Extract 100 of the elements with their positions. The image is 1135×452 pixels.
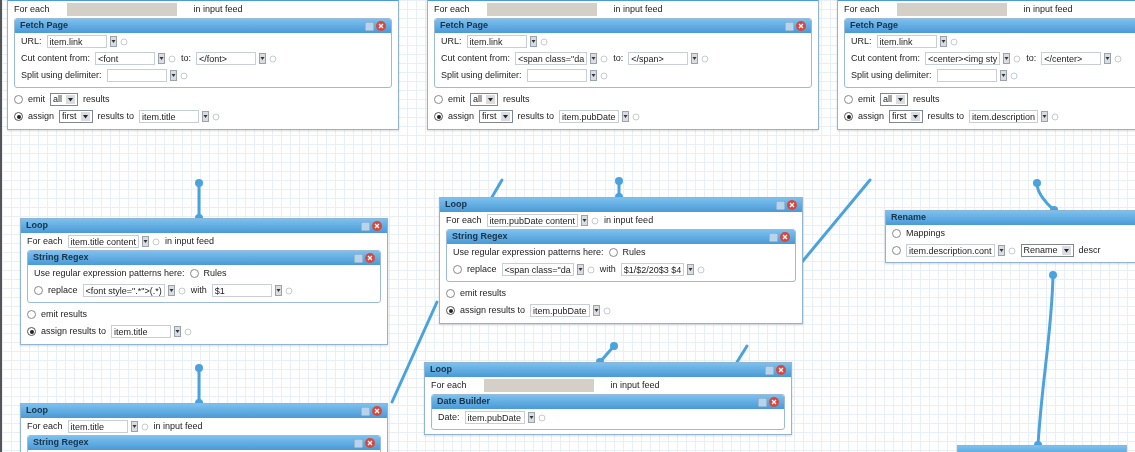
radio-button[interactable]	[446, 306, 455, 315]
input-field[interactable]: item.link	[876, 35, 937, 48]
dropdown-icon[interactable]	[997, 245, 1005, 256]
input-field[interactable]	[936, 69, 997, 82]
dropdown-icon[interactable]	[939, 36, 947, 47]
dropdown-icon[interactable]	[259, 53, 267, 64]
module-header[interactable]: Loop	[21, 219, 387, 233]
input-field[interactable]: item.link	[46, 35, 107, 48]
dropdown-icon[interactable]	[169, 70, 177, 81]
module-header[interactable]: Date Builder	[432, 395, 784, 409]
dropdown-icon[interactable]	[529, 36, 537, 47]
dropdown-icon[interactable]	[622, 111, 630, 122]
radio-button[interactable]	[27, 310, 36, 319]
input-field[interactable]	[106, 69, 167, 82]
radio-button[interactable]	[34, 286, 43, 295]
dropdown-icon[interactable]	[581, 215, 589, 226]
input-field[interactable]: <font style=".*">(.*)	[82, 284, 165, 297]
module-header[interactable]: Fetch Page	[845, 19, 1135, 33]
input-field[interactable]: item.pubDate	[464, 411, 525, 424]
input-field[interactable]: item.description.cont	[906, 244, 995, 257]
dropdown-icon[interactable]	[589, 70, 597, 81]
dropdown-icon[interactable]	[274, 285, 282, 296]
radio-button[interactable]	[14, 95, 23, 104]
close-icon[interactable]	[787, 200, 797, 210]
radio-button[interactable]	[844, 112, 853, 121]
radio-button[interactable]	[892, 229, 901, 238]
dropdown-icon[interactable]	[109, 36, 117, 47]
input-field[interactable]: <span class="da	[501, 263, 574, 276]
select-field[interactable]: first	[889, 110, 923, 123]
radio-button[interactable]	[892, 246, 901, 255]
dropdown-icon[interactable]	[1041, 111, 1049, 122]
input-field[interactable]: <font	[95, 52, 156, 65]
dropdown-icon[interactable]	[174, 326, 182, 337]
close-icon[interactable]	[769, 397, 779, 407]
module-header[interactable]: Loop	[21, 404, 387, 418]
radio-button[interactable]	[27, 327, 36, 336]
close-icon[interactable]	[365, 253, 375, 263]
dropdown-icon[interactable]	[158, 53, 166, 64]
input-field[interactable]: item.pubDate content	[486, 214, 579, 227]
input-field[interactable]: </center>	[1041, 52, 1102, 65]
input-field[interactable]: <center><img sty	[925, 52, 1001, 65]
dropdown-icon[interactable]	[593, 305, 601, 316]
close-icon[interactable]	[372, 406, 382, 416]
radio-button[interactable]	[608, 248, 618, 257]
input-field[interactable]: $1/$2/20$3 $4	[620, 263, 685, 276]
dropdown-icon[interactable]	[1104, 53, 1112, 64]
input-field[interactable]	[526, 69, 587, 82]
module-header[interactable]: Loop	[440, 198, 802, 212]
input-field[interactable]: item.title	[139, 110, 200, 123]
dropdown-icon[interactable]	[1003, 53, 1011, 64]
select-field[interactable]: first	[479, 110, 513, 123]
radio-button[interactable]	[434, 95, 443, 104]
dropdown-icon[interactable]	[527, 412, 535, 423]
dropdown-icon[interactable]	[202, 111, 210, 122]
dropdown-icon[interactable]	[130, 421, 138, 432]
input-field[interactable]: item.description	[969, 110, 1039, 123]
input-field[interactable]	[486, 3, 597, 16]
radio-button[interactable]	[434, 112, 443, 121]
input-field[interactable]: </font>	[196, 52, 257, 65]
dropdown-icon[interactable]	[167, 285, 175, 296]
radio-button[interactable]	[844, 95, 853, 104]
dropdown-icon[interactable]	[142, 236, 150, 247]
input-field[interactable]: item.pubDate	[559, 110, 620, 123]
radio-button[interactable]	[453, 265, 462, 274]
module-header[interactable]: Rename	[886, 211, 1135, 225]
input-field[interactable]: <span class="da	[515, 52, 588, 65]
input-field[interactable]: item.title content	[67, 235, 140, 248]
module-header[interactable]: String Regex	[28, 436, 380, 450]
close-icon[interactable]	[780, 232, 790, 242]
module-header[interactable]: String Regex	[28, 251, 380, 265]
radio-button[interactable]	[189, 269, 199, 278]
input-field[interactable]: $1	[211, 284, 272, 297]
input-field[interactable]: item.link	[466, 35, 527, 48]
select-field[interactable]: all	[880, 93, 909, 106]
dropdown-icon[interactable]	[999, 70, 1007, 81]
pipe-wire[interactable]	[490, 178, 504, 199]
module-header[interactable]: Fetch Page	[435, 19, 811, 33]
input-field[interactable]: </span>	[628, 52, 689, 65]
input-field[interactable]	[483, 379, 594, 392]
select-field[interactable]: all	[470, 93, 499, 106]
select-field[interactable]: first	[59, 110, 93, 123]
close-icon[interactable]	[796, 21, 806, 31]
input-field[interactable]: item.title	[67, 420, 128, 433]
radio-button[interactable]	[446, 289, 455, 298]
radio-button[interactable]	[14, 112, 23, 121]
dropdown-icon[interactable]	[576, 264, 584, 275]
dropdown-icon[interactable]	[691, 53, 699, 64]
select-field[interactable]: Rename	[1020, 244, 1074, 257]
module-header[interactable]: Fetch Page	[15, 19, 391, 33]
pipe-wire[interactable]	[800, 178, 872, 264]
input-field[interactable]	[896, 3, 1007, 16]
close-icon[interactable]	[365, 438, 375, 448]
close-icon[interactable]	[776, 365, 786, 375]
dropdown-icon[interactable]	[687, 264, 695, 275]
module-header[interactable]: Loop	[425, 363, 791, 377]
input-field[interactable]: item.title	[111, 325, 172, 338]
pipe-wire[interactable]	[735, 344, 749, 364]
close-icon[interactable]	[372, 221, 382, 231]
select-field[interactable]: all	[50, 93, 79, 106]
input-field[interactable]: item.pubDate	[530, 304, 591, 317]
